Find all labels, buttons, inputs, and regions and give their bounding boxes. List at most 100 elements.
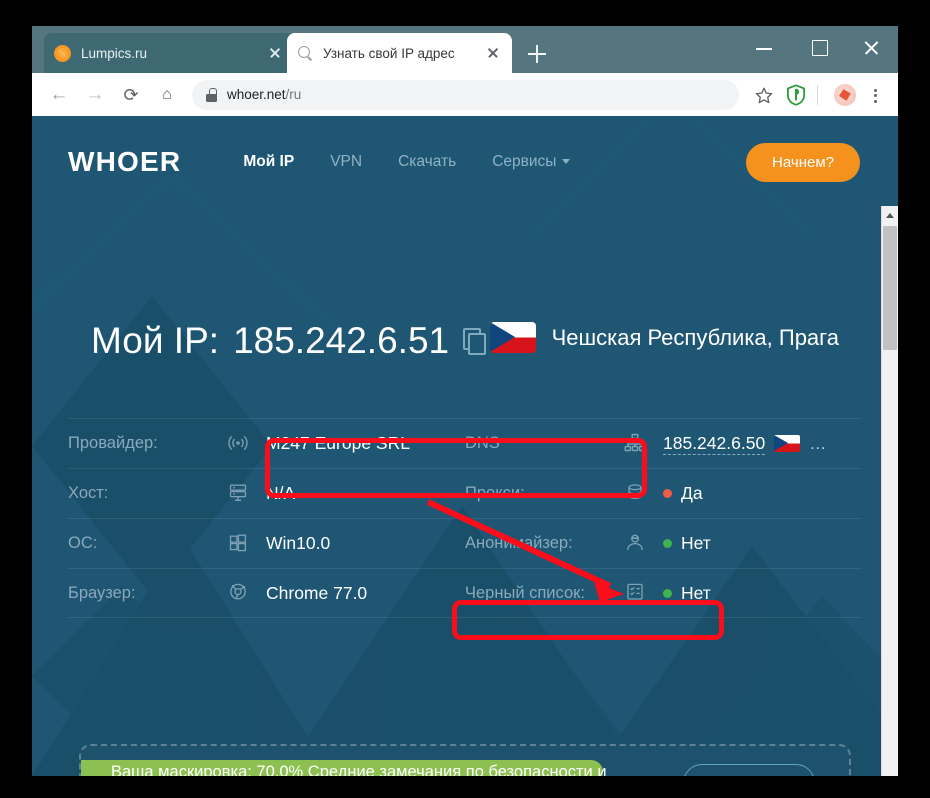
proxy-value: Да — [681, 483, 703, 503]
new-tab-button[interactable] — [524, 41, 550, 67]
address-bar[interactable]: whoer.net/ru — [192, 79, 739, 110]
scrollbar-thumb[interactable] — [883, 226, 897, 350]
copy-icon[interactable] — [463, 328, 487, 355]
star-icon[interactable] — [749, 80, 779, 110]
info-value: Chrome 77.0 — [266, 582, 368, 603]
masking-panel: Ваша маскировка: 70.0% Средние замечания… — [79, 744, 851, 776]
info-value: Да — [663, 483, 703, 504]
info-value: Нет — [663, 533, 711, 554]
toolbar-divider — [817, 84, 818, 105]
info-label: Анонимайзер: — [465, 534, 573, 552]
home-button[interactable]: ⌂ — [150, 78, 184, 112]
arrow-left-icon: ← — [49, 84, 69, 105]
reload-button[interactable]: ⟳ — [114, 78, 148, 112]
browser-toolbar: ← → ⟳ ⌂ whoer.net/ru — [32, 73, 898, 116]
anonymizer-value: Нет — [681, 533, 711, 553]
browser-tab-whoer[interactable]: Узнать свой IP адрес — [287, 33, 512, 73]
browser-window: Lumpics.ru Узнать свой IP адрес ← → ⟳ ⌂ … — [32, 26, 898, 776]
masking-details-button[interactable] — [683, 764, 815, 776]
browser-tab-strip: Lumpics.ru Узнать свой IP адрес — [32, 26, 898, 73]
home-icon: ⌂ — [162, 85, 172, 103]
info-cell-browser: Браузер: Chrome 77.0 — [68, 569, 465, 617]
my-ip-value: 185.242.6.51 — [233, 320, 450, 361]
avatar[interactable] — [834, 83, 856, 106]
info-label: Хост: — [68, 484, 109, 502]
anonymous-user-icon — [623, 533, 649, 555]
search-icon — [297, 45, 314, 62]
network-icon — [623, 433, 649, 455]
close-icon[interactable] — [266, 44, 284, 62]
main-nav: Мой IP VPN Скачать Сервисы — [225, 147, 746, 177]
page-viewport: WHOER Мой IP VPN Скачать Сервисы Начнем?… — [32, 116, 898, 776]
info-value: Win10.0 — [266, 533, 331, 553]
location-text: Чешская Республика, Прага — [551, 324, 839, 350]
close-window-button[interactable] — [848, 26, 894, 70]
my-ip-line: Мой IP: 185.242.6.51 — [91, 320, 487, 362]
nav-item-services[interactable]: Сервисы — [474, 147, 588, 177]
site-header: WHOER Мой IP VPN Скачать Сервисы Начнем? — [32, 116, 898, 208]
info-cell-host: Хост: N/A — [68, 469, 465, 518]
info-cell-provider: Провайдер: M247 Europe SRL — [68, 419, 465, 468]
masking-text: Ваша маскировка: 70.0% Средние замечания… — [111, 763, 607, 776]
my-ip-label: Мой IP: — [91, 320, 220, 361]
info-cell-blacklist: Черный список: Нет — [465, 569, 862, 617]
lock-icon — [206, 87, 217, 102]
dns-ip-value[interactable]: 185.242.6.50 — [663, 433, 766, 455]
checklist-icon — [623, 582, 649, 604]
minimize-button[interactable] — [742, 26, 788, 70]
back-button[interactable]: ← — [42, 78, 76, 112]
database-icon — [623, 483, 649, 505]
arrow-right-icon: → — [85, 84, 105, 105]
info-table: Провайдер: M247 Europe SRL DNS 185.242.6… — [68, 418, 862, 618]
signal-icon — [226, 433, 252, 455]
kebab-menu-icon[interactable] — [862, 80, 888, 110]
brand-logo[interactable]: WHOER — [68, 146, 181, 178]
table-row: Провайдер: M247 Europe SRL DNS 185.242.6… — [68, 418, 862, 468]
reload-icon: ⟳ — [123, 84, 139, 105]
chrome-icon — [226, 582, 252, 604]
info-cell-proxy: Прокси: Да — [465, 469, 862, 518]
status-badge — [663, 539, 672, 548]
info-cell-os: ОС: Win10.0 — [68, 519, 465, 568]
info-value: 185.242.6.50 … — [663, 433, 827, 455]
url-host: whoer.net — [227, 87, 286, 102]
info-label: Прокси: — [465, 484, 525, 502]
shield-icon[interactable] — [781, 80, 811, 110]
info-label: DNS — [465, 434, 500, 452]
scroll-up-button[interactable] — [882, 206, 898, 223]
vertical-scrollbar[interactable] — [881, 206, 898, 776]
info-cell-anonymizer: Анонимайзер: Нет — [465, 519, 862, 568]
info-value: M247 Europe SRL — [266, 433, 410, 453]
tab-title: Lumpics.ru — [81, 45, 148, 61]
url-path: /ru — [285, 87, 302, 102]
orange-slice-icon — [54, 44, 71, 62]
tab-title: Узнать свой IP адрес — [323, 45, 455, 61]
hero-section: Мой IP: 185.242.6.51 Чешская Республика,… — [32, 298, 898, 362]
windows-icon — [226, 533, 252, 555]
status-badge — [663, 588, 672, 598]
info-value: N/A — [266, 483, 296, 503]
info-label: Провайдер: — [68, 434, 158, 452]
nav-item-vpn[interactable]: VPN — [312, 147, 380, 177]
close-icon[interactable] — [484, 44, 502, 62]
blacklist-value: Нет — [681, 582, 711, 603]
server-icon — [226, 483, 252, 505]
nav-item-download[interactable]: Скачать — [380, 147, 474, 177]
maximize-button[interactable] — [796, 26, 842, 70]
table-row: Хост: N/A Прокси: Да — [68, 468, 862, 518]
czech-republic-flag-icon — [774, 435, 801, 452]
nav-item-my-ip[interactable]: Мой IP — [225, 147, 312, 177]
chevron-down-icon — [562, 159, 571, 165]
table-row: Браузер: Chrome 77.0 Черный список: Нет — [68, 568, 862, 618]
address-bar-url: whoer.net/ru — [227, 87, 301, 102]
table-row: ОС: Win10.0 Анонимайзер: Нет — [68, 518, 862, 568]
dns-ellipsis: … — [809, 433, 828, 453]
info-label: Браузер: — [68, 583, 136, 602]
info-label: ОС: — [68, 534, 98, 552]
location-row: Чешская Республика, Прага — [489, 322, 839, 353]
czech-republic-flag-icon — [489, 322, 536, 353]
forward-button[interactable]: → — [78, 78, 112, 112]
info-value: Нет — [663, 583, 711, 604]
start-button[interactable]: Начнем? — [746, 142, 860, 182]
browser-tab-lumpics[interactable]: Lumpics.ru — [44, 33, 294, 73]
